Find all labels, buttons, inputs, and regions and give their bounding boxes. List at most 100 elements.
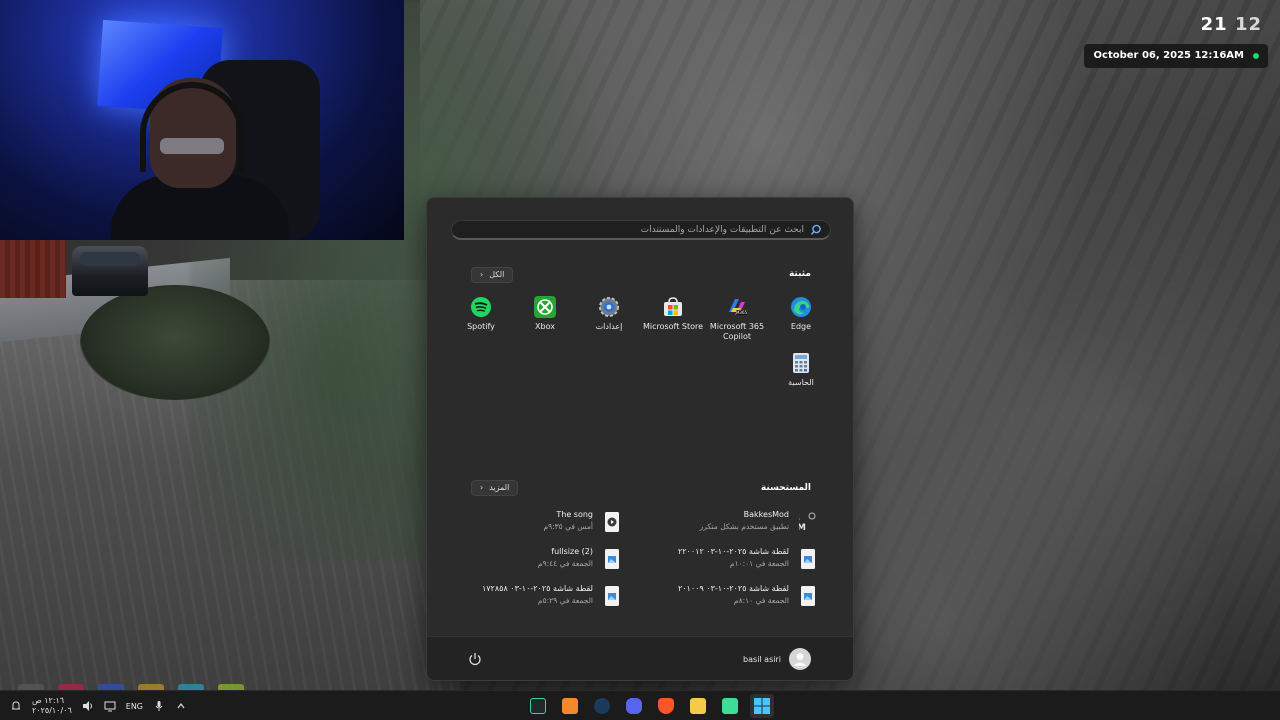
red-wall — [0, 240, 66, 298]
xbox-icon — [534, 296, 556, 318]
taskbar-app-game-launcher[interactable] — [526, 694, 550, 718]
clock-date: ٢٠٢٥/١٠/٠٦ — [32, 706, 72, 715]
ableton-icon — [562, 698, 578, 714]
more-button[interactable]: المزيد ‹ — [471, 480, 519, 496]
app-label: Spotify — [467, 322, 495, 331]
brave-icon — [658, 698, 674, 714]
start-menu-footer: basil asiri — [427, 636, 853, 680]
chevron-left-icon: ‹ — [480, 483, 484, 492]
start-menu: مثبتة الكل ‹ Edge — [426, 197, 854, 681]
search-icon — [810, 224, 821, 235]
bush — [80, 285, 270, 400]
bakkesmod-icon: B M — [793, 511, 817, 533]
search-box[interactable] — [451, 220, 831, 240]
recommended-item-subtitle: الجمعة في ١٠:٠١م — [729, 559, 789, 568]
recommended-item-subtitle: الجمعة في ٨:١٠م — [733, 596, 789, 605]
store-icon — [662, 296, 684, 318]
windows-start-icon — [754, 698, 770, 714]
edge-icon — [790, 296, 812, 318]
game-clock: 21 12 — [1201, 14, 1262, 35]
user-account-button[interactable]: basil asiri — [743, 648, 811, 670]
system-tray: ١٢:١٦ ص ٢٠٢٥/١٠/٠٦ ENG — [10, 691, 187, 720]
display-icon[interactable] — [104, 700, 116, 712]
discord-icon — [626, 698, 642, 714]
taskbar-app-file-explorer[interactable] — [686, 694, 710, 718]
image-file-icon — [603, 585, 621, 607]
taskbar-app-steam[interactable] — [590, 694, 614, 718]
all-apps-label: الكل — [489, 270, 505, 279]
recommended-item-name: لقطة شاشة ٢٠٢٥-١٠-٠٣ ١٧٢٨٥٨ — [481, 584, 593, 593]
steam-icon — [594, 698, 610, 714]
image-file-icon — [603, 548, 621, 570]
pinned-apps-grid: Edge M365 Microsoft 365 Copilot Microsof… — [447, 296, 835, 408]
language-indicator[interactable]: ENG — [126, 702, 143, 711]
power-icon[interactable] — [467, 651, 483, 667]
taskbar-app-discord[interactable] — [622, 694, 646, 718]
recommended-item-subtitle: أمس في ٩:٣٥م — [543, 522, 593, 531]
pinned-app-spotify[interactable]: Spotify — [449, 296, 513, 332]
recommended-item-screenshot-2[interactable]: لقطة شاشة ٢٠٢٥-١٠-٠٣ ٢٠١٠٠٩ الجمعة في ٨:… — [657, 581, 817, 611]
more-label: المزيد — [489, 483, 510, 492]
app-label: Microsoft Store — [642, 322, 704, 331]
image-file-icon — [799, 548, 817, 570]
parked-car — [72, 246, 148, 296]
clock-minutes: 12 — [1234, 14, 1262, 35]
spotify-icon — [470, 296, 492, 318]
status-dot — [1253, 53, 1259, 59]
recommended-item-screenshot-3[interactable]: لقطة شاشة ٢٠٢٥-١٠-٠٣ ١٧٢٨٥٨ الجمعة في ٥:… — [461, 581, 621, 611]
recommended-item-fullsize[interactable]: fullsize (2) الجمعة في ٩:٤٤م — [461, 544, 621, 574]
pinned-app-xbox[interactable]: Xbox — [513, 296, 577, 332]
recommended-item-name: لقطة شاشة ٢٠٢٥-١٠-٠٣ ٢٠١٠٠٩ — [677, 584, 789, 593]
recommended-item-subtitle: الجمعة في ٩:٤٤م — [537, 559, 593, 568]
m365-copilot-icon: M365 — [726, 296, 748, 318]
user-avatar-icon — [789, 648, 811, 670]
volume-icon[interactable] — [82, 700, 94, 712]
user-name: basil asiri — [743, 654, 781, 664]
recommended-title: المستحسنة — [760, 483, 811, 493]
recommended-item-name: The song — [556, 510, 593, 519]
app-label: الحاسبة — [788, 378, 814, 387]
taskbar-app-ableton[interactable] — [558, 694, 582, 718]
taskbar-clock[interactable]: ١٢:١٦ ص ٢٠٢٥/١٠/٠٦ — [32, 696, 72, 716]
webcam-overlay — [0, 0, 404, 240]
pinned-app-calculator[interactable]: الحاسبة — [769, 352, 833, 388]
pinned-app-settings[interactable]: إعدادات — [577, 296, 641, 332]
app-label: Xbox — [535, 322, 555, 331]
search-input[interactable] — [466, 222, 804, 238]
game-launcher-icon — [530, 698, 546, 714]
app-label: Microsoft 365 Copilot — [709, 322, 765, 341]
recommended-list: B M BakkesMod تطبيق مستخدم بشكل متكرر لق… — [467, 507, 817, 617]
recommended-item-name: لقطة شاشة ٢٠٢٥-١٠-٠٣ ٢٢٠٠١٢ — [677, 547, 789, 556]
recommended-item-subtitle: تطبيق مستخدم بشكل متكرر — [699, 522, 789, 531]
game-date: October 06, 2025 12:16AM — [1083, 44, 1268, 68]
pinned-title: مثبتة — [788, 269, 811, 279]
svg-text:M: M — [799, 523, 806, 533]
chevron-left-icon: ‹ — [480, 270, 484, 279]
taskbar-apps — [526, 694, 774, 718]
taskbar-app-android[interactable] — [718, 694, 742, 718]
microphone-icon[interactable] — [153, 700, 165, 712]
clock-hours: 21 — [1200, 14, 1228, 35]
pinned-app-m365-copilot[interactable]: M365 Microsoft 365 Copilot — [705, 296, 769, 342]
image-file-icon — [799, 585, 817, 607]
media-file-icon — [603, 511, 621, 533]
all-apps-button[interactable]: الكل ‹ — [471, 267, 514, 283]
chevron-up-icon[interactable] — [175, 700, 187, 712]
recommended-item-name: fullsize (2) — [551, 547, 593, 556]
pinned-app-microsoft-store[interactable]: Microsoft Store — [641, 296, 705, 332]
start-button[interactable] — [750, 694, 774, 718]
sunglasses — [160, 138, 224, 154]
app-label: إعدادات — [595, 322, 623, 331]
taskbar-app-brave[interactable] — [654, 694, 678, 718]
pinned-app-edge[interactable]: Edge — [769, 296, 833, 332]
notification-bell-icon[interactable] — [10, 700, 22, 712]
app-label: Edge — [790, 322, 812, 331]
recommended-item-the-song[interactable]: The song أمس في ٩:٣٥م — [461, 507, 621, 537]
recommended-item-subtitle: الجمعة في ٥:٢٩م — [537, 596, 593, 605]
taskbar: ١٢:١٦ ص ٢٠٢٥/١٠/٠٦ ENG — [0, 690, 1280, 720]
date-text: October 06, 2025 12:16AM — [1093, 50, 1244, 61]
recommended-item-screenshot-1[interactable]: لقطة شاشة ٢٠٢٥-١٠-٠٣ ٢٢٠٠١٢ الجمعة في ١٠… — [657, 544, 817, 574]
recommended-item-bakkesmod[interactable]: B M BakkesMod تطبيق مستخدم بشكل متكرر — [657, 507, 817, 537]
settings-gear-icon — [598, 296, 620, 318]
calculator-icon — [790, 352, 812, 374]
